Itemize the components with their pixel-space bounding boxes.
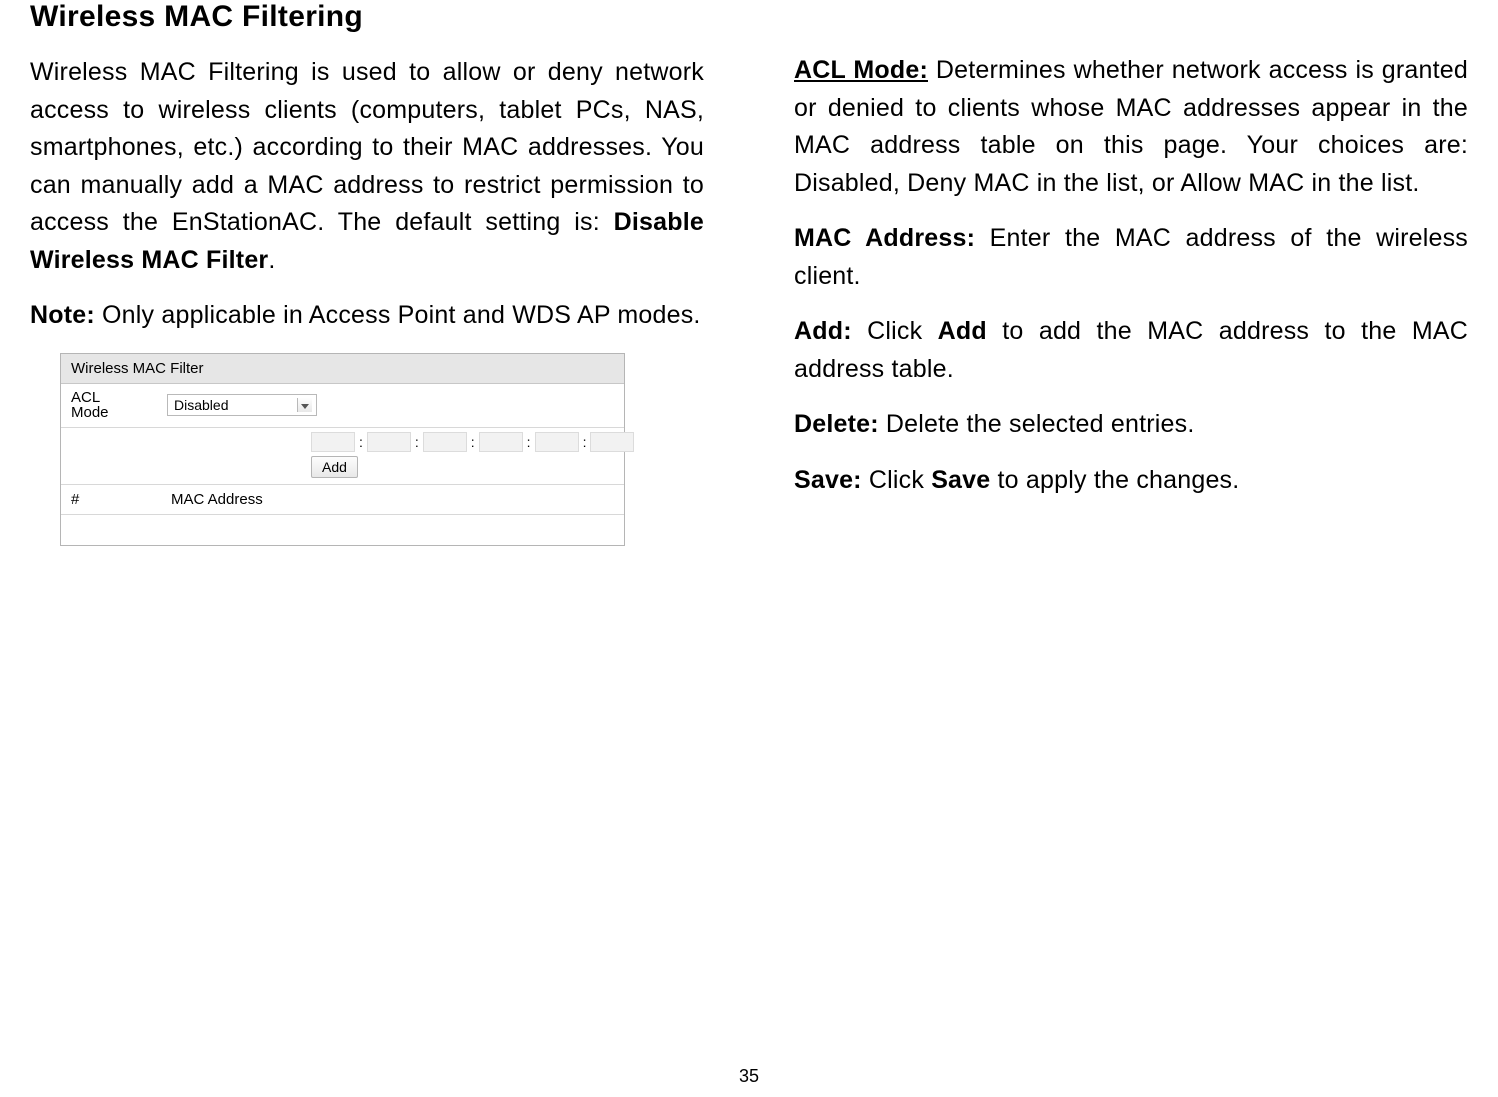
add-text-a: Click <box>852 317 938 345</box>
add-field-label: Add: <box>794 317 852 345</box>
page-number: 35 <box>0 1066 1498 1087</box>
mac-table-empty <box>61 515 624 545</box>
acl-mode-field-label: ACL Mode: <box>794 56 928 84</box>
delete-field-label: Delete: <box>794 410 879 438</box>
note-label: Note: <box>30 301 95 329</box>
right-column: ACL Mode: Determines whether network acc… <box>794 0 1468 546</box>
add-button[interactable]: Add <box>311 456 358 478</box>
figure-header: Wireless MAC Filter <box>61 354 624 384</box>
page: Wireless MAC Filtering Wireless MAC Filt… <box>0 0 1498 1097</box>
left-column: Wireless MAC Filtering Wireless MAC Filt… <box>30 0 704 546</box>
acl-mode-select[interactable]: Disabled <box>167 394 317 416</box>
mac-colon: : <box>357 434 365 450</box>
intro-text-a: Wireless MAC Filtering is used to allow … <box>30 58 704 236</box>
mac-octet-4[interactable] <box>479 432 523 452</box>
acl-label-line2: Mode <box>71 404 109 421</box>
acl-mode-row: ACL Mode Disabled <box>61 384 624 429</box>
mac-table-header: # MAC Address <box>61 485 624 515</box>
note-text: Only applicable in Access Point and WDS … <box>95 301 701 329</box>
acl-label-line1: ACL <box>71 389 100 406</box>
save-field-label: Save: <box>794 466 862 494</box>
mac-address-field-label: MAC Address: <box>794 224 975 252</box>
th-mac-address: MAC Address <box>161 485 273 514</box>
acl-mode-label: ACL Mode <box>61 384 161 428</box>
add-paragraph: Add: Click Add to add the MAC address to… <box>794 313 1468 388</box>
mac-octet-2[interactable] <box>367 432 411 452</box>
th-number: # <box>61 485 161 514</box>
mac-filter-figure: Wireless MAC Filter ACL Mode Disabled : … <box>60 353 625 547</box>
mac-inputs: : : : : : <box>311 432 634 452</box>
save-text-b: to apply the changes. <box>990 466 1239 494</box>
two-column-layout: Wireless MAC Filtering Wireless MAC Filt… <box>30 0 1468 546</box>
save-paragraph: Save: Click Save to apply the changes. <box>794 462 1468 500</box>
mac-colon: : <box>469 434 477 450</box>
intro-paragraph: Wireless MAC Filtering is used to allow … <box>30 54 704 279</box>
delete-paragraph: Delete: Delete the selected entries. <box>794 406 1468 444</box>
mac-address-paragraph: MAC Address: Enter the MAC address of th… <box>794 220 1468 295</box>
mac-octet-5[interactable] <box>535 432 579 452</box>
mac-octet-6[interactable] <box>590 432 634 452</box>
acl-mode-control: Disabled <box>161 390 323 420</box>
delete-field-text: Delete the selected entries. <box>879 410 1195 438</box>
add-bold-word: Add <box>938 317 987 345</box>
intro-text-c: . <box>268 246 275 274</box>
mac-octet-3[interactable] <box>423 432 467 452</box>
mac-colon: : <box>413 434 421 450</box>
save-text-a: Click <box>862 466 931 494</box>
mac-colon: : <box>581 434 589 450</box>
mac-entry-row: : : : : : Add <box>61 428 624 485</box>
note-paragraph: Note: Only applicable in Access Point an… <box>30 297 704 335</box>
mac-octet-1[interactable] <box>311 432 355 452</box>
mac-colon: : <box>525 434 533 450</box>
section-title: Wireless MAC Filtering <box>30 0 704 34</box>
acl-mode-paragraph: ACL Mode: Determines whether network acc… <box>794 52 1468 202</box>
save-bold-word: Save <box>931 466 990 494</box>
